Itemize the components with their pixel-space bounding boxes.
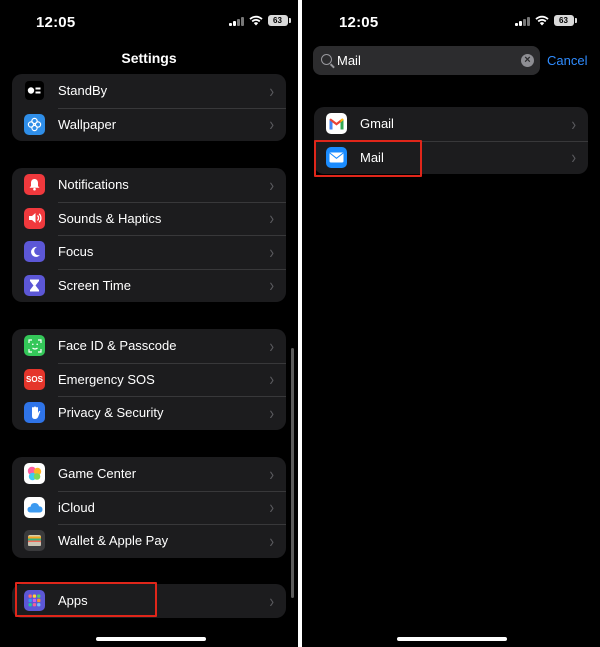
battery-icon: 63 — [553, 15, 577, 26]
search-results-screen: 12:05 63 Mail × Cancel Gmail › Mail › — [302, 0, 600, 647]
chevron-right-icon: › — [269, 496, 274, 518]
chevron-right-icon: › — [269, 207, 274, 229]
status-time: 12:05 — [36, 14, 76, 31]
cloud-icon — [24, 496, 45, 518]
chevron-right-icon: › — [571, 113, 576, 135]
settings-item-sounds-haptics[interactable]: Sounds & Haptics › — [12, 201, 286, 236]
chevron-right-icon: › — [269, 113, 274, 135]
gmail-icon — [326, 113, 347, 134]
settings-item-emergency-sos[interactable]: SOS Emergency SOS › — [12, 362, 286, 397]
settings-item-screen-time[interactable]: Screen Time › — [12, 268, 286, 303]
chevron-right-icon: › — [269, 335, 274, 357]
status-icons: 63 — [229, 15, 291, 26]
settings-group-display: StandBy › Wallpaper › — [12, 74, 286, 141]
apps-highlight-box — [15, 582, 157, 617]
settings-item-label: Emergency SOS — [58, 371, 155, 387]
settings-item-wallpaper[interactable]: Wallpaper › — [12, 107, 286, 142]
settings-group-accounts: Game Center › iCloud › Wallet & Apple Pa… — [12, 457, 286, 558]
wifi-icon — [534, 15, 549, 26]
search-result-gmail[interactable]: Gmail › — [314, 107, 588, 141]
chevron-right-icon: › — [571, 146, 576, 168]
search-icon — [321, 54, 332, 65]
moon-icon — [24, 241, 45, 262]
settings-item-label: Focus — [58, 244, 94, 260]
scrollbar[interactable] — [291, 348, 294, 598]
chevron-right-icon: › — [269, 80, 274, 102]
cellular-signal-icon — [229, 16, 244, 26]
wallpaper-icon — [24, 113, 45, 135]
search-result-label: Gmail — [360, 116, 394, 132]
settings-item-standby[interactable]: StandBy › — [12, 74, 286, 108]
settings-item-label: Wallpaper — [58, 116, 117, 132]
settings-screen: 12:05 63 Settings StandBy › Wallpaper › — [0, 0, 298, 647]
search-input[interactable]: Mail × — [313, 46, 540, 75]
battery-icon: 63 — [267, 15, 291, 26]
settings-item-face-id[interactable]: Face ID & Passcode › — [12, 329, 286, 363]
settings-item-label: Wallet & Apple Pay — [58, 533, 169, 549]
clear-search-icon[interactable]: × — [521, 54, 534, 67]
cancel-button[interactable]: Cancel — [547, 53, 587, 68]
mail-highlight-box — [314, 140, 422, 177]
settings-item-focus[interactable]: Focus › — [12, 235, 286, 269]
settings-item-icloud[interactable]: iCloud › — [12, 490, 286, 525]
page-title: Settings — [121, 50, 177, 66]
chevron-right-icon: › — [269, 174, 274, 196]
settings-item-label: Sounds & Haptics — [58, 210, 162, 226]
hourglass-icon — [24, 274, 45, 296]
hand-icon — [24, 402, 45, 423]
bell-icon — [24, 174, 45, 195]
status-icons: 63 — [515, 15, 577, 26]
game-center-icon — [24, 463, 45, 484]
settings-item-label: StandBy — [58, 83, 108, 99]
settings-item-label: Game Center — [58, 466, 137, 482]
settings-group-security: Face ID & Passcode › SOS Emergency SOS ›… — [12, 329, 286, 430]
home-indicator[interactable] — [397, 637, 507, 641]
settings-item-notifications[interactable]: Notifications › — [12, 168, 286, 202]
cellular-signal-icon — [515, 16, 530, 26]
standby-icon — [24, 80, 45, 101]
settings-item-privacy-security[interactable]: Privacy & Security › — [12, 396, 286, 430]
settings-item-label: Screen Time — [58, 277, 131, 293]
wallet-icon — [24, 530, 45, 551]
chevron-right-icon: › — [269, 402, 274, 424]
chevron-right-icon: › — [269, 530, 274, 552]
home-indicator[interactable] — [96, 637, 206, 641]
chevron-right-icon: › — [269, 274, 274, 296]
settings-item-game-center[interactable]: Game Center › — [12, 457, 286, 491]
wifi-icon — [248, 15, 263, 26]
sos-icon: SOS — [24, 368, 45, 390]
chevron-right-icon: › — [269, 368, 274, 390]
chevron-right-icon: › — [269, 463, 274, 485]
settings-item-label: Notifications — [58, 177, 129, 193]
status-time: 12:05 — [339, 14, 379, 31]
chevron-right-icon: › — [269, 241, 274, 263]
settings-item-wallet[interactable]: Wallet & Apple Pay › — [12, 524, 286, 558]
chevron-right-icon: › — [269, 590, 274, 612]
settings-item-label: iCloud — [58, 499, 95, 515]
search-input-value: Mail — [337, 53, 361, 68]
speaker-icon — [24, 207, 45, 229]
faceid-icon — [24, 335, 45, 356]
settings-item-label: Privacy & Security — [58, 405, 164, 421]
settings-group-notifications: Notifications › Sounds & Haptics › Focus… — [12, 168, 286, 302]
settings-item-label: Face ID & Passcode — [58, 338, 177, 354]
